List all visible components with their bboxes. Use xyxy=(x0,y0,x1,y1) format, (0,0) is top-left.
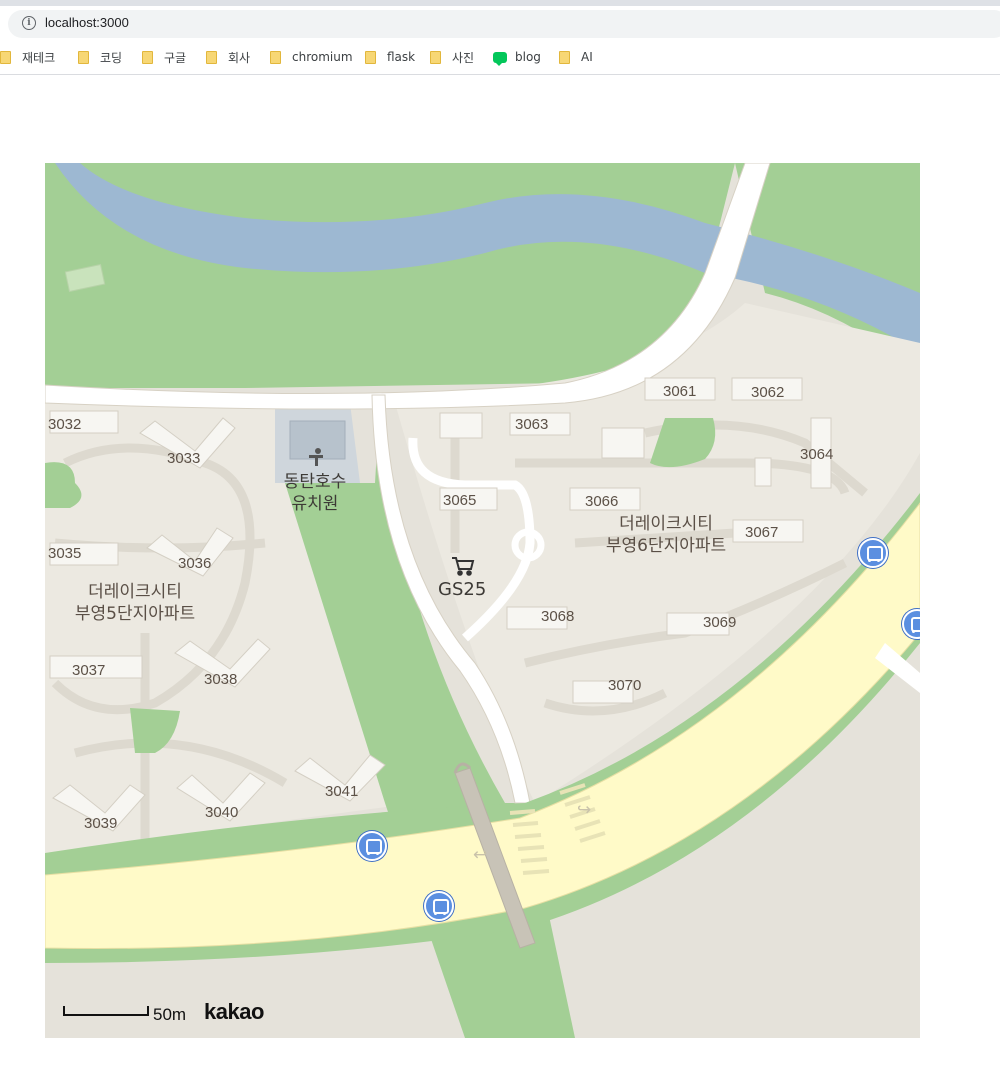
scale-bar xyxy=(63,1006,149,1016)
building-label[interactable]: 3065 xyxy=(443,492,476,509)
building-label[interactable]: 3033 xyxy=(167,450,200,467)
bookmark-label: flask xyxy=(387,50,416,64)
map-view[interactable]: ↩ ↪ 3032 3033 3035 3036 3037 3038 3039 3… xyxy=(45,163,920,1038)
building-label[interactable]: 3062 xyxy=(751,384,784,401)
uturn-left-icon: ↩ xyxy=(473,845,487,865)
bus-stop-icon[interactable] xyxy=(357,831,387,861)
bookmark-blog[interactable]: blog xyxy=(493,48,541,66)
bookmark-chromium[interactable]: chromium xyxy=(270,48,353,66)
bookmark-ai[interactable]: AI xyxy=(559,48,593,66)
bookmark-코딩[interactable]: 코딩 xyxy=(78,48,122,66)
bookmark-label: 재테크 xyxy=(22,50,56,65)
bookmark-label: chromium xyxy=(292,50,353,64)
kindergarten-name: 동탄호수 xyxy=(283,472,347,492)
building-label[interactable]: 3041 xyxy=(325,783,358,800)
folder-icon xyxy=(365,50,376,64)
store-label[interactable]: GS25 xyxy=(438,579,486,600)
folder-icon xyxy=(142,50,153,64)
bookmark-label: blog xyxy=(515,50,541,64)
park-north xyxy=(45,163,735,388)
building-label[interactable]: 3038 xyxy=(204,671,237,688)
blog-icon xyxy=(493,51,507,66)
bookmark-flask[interactable]: flask xyxy=(365,48,415,66)
bookmark-label: AI xyxy=(581,50,593,64)
folder-icon xyxy=(559,50,570,64)
folder-icon xyxy=(430,50,441,64)
building-label[interactable]: 3039 xyxy=(84,815,117,832)
building-label[interactable]: 3064 xyxy=(800,446,833,463)
complex-name-sub: 부영5단지아파트 xyxy=(74,604,196,624)
kindergarten-name-sub: 유치원 xyxy=(291,494,339,514)
bookmark-label: 회사 xyxy=(228,50,251,65)
folder-icon xyxy=(270,50,281,64)
folder-icon xyxy=(0,50,11,64)
building-label[interactable]: 3069 xyxy=(703,614,736,631)
uturn-right-icon: ↪ xyxy=(577,800,591,820)
complex-label-6[interactable]: 더레이크시티 부영6단지아파트 xyxy=(595,513,737,557)
tab-strip xyxy=(0,0,1000,6)
complex-name: 더레이크시티 xyxy=(619,514,713,534)
bookmark-재테크[interactable]: 재테크 xyxy=(0,48,55,66)
bookmark-label: 코딩 xyxy=(100,50,123,65)
building-label[interactable]: 3070 xyxy=(608,677,641,694)
folder-icon xyxy=(206,50,217,64)
building-label[interactable]: 3063 xyxy=(515,416,548,433)
bus-stop-icon[interactable] xyxy=(858,538,888,568)
address-bar[interactable] xyxy=(8,10,1000,38)
url-text[interactable]: localhost:3000 xyxy=(45,15,129,30)
building-label[interactable]: 3032 xyxy=(48,416,81,433)
scale-label: 50m xyxy=(153,1005,187,1024)
bookmark-label: 구글 xyxy=(164,50,187,65)
building-label[interactable]: 3068 xyxy=(541,608,574,625)
complex-name-sub: 부영6단지아파트 xyxy=(605,536,727,556)
info-icon[interactable]: i xyxy=(22,16,36,30)
building-label[interactable]: 3061 xyxy=(663,383,696,400)
building-label[interactable]: 3067 xyxy=(745,524,778,541)
bookmark-회사[interactable]: 회사 xyxy=(206,48,250,66)
bus-stop-icon[interactable] xyxy=(424,891,454,921)
complex-name: 더레이크시티 xyxy=(88,582,182,602)
bookmark-label: 사진 xyxy=(452,50,475,65)
kindergarten-label[interactable]: 동탄호수 유치원 xyxy=(275,471,355,515)
bookmark-구글[interactable]: 구글 xyxy=(142,48,186,66)
folder-icon xyxy=(78,50,89,64)
bookmark-사진[interactable]: 사진 xyxy=(430,48,474,66)
building-label[interactable]: 3040 xyxy=(205,804,238,821)
building-label[interactable]: 3036 xyxy=(178,555,211,572)
complex-label-5[interactable]: 더레이크시티 부영5단지아파트 xyxy=(65,581,205,625)
building-label[interactable]: 3035 xyxy=(48,545,81,562)
building-label[interactable]: 3066 xyxy=(585,493,618,510)
building-label[interactable]: 3037 xyxy=(72,662,105,679)
kakao-logo[interactable]: kakao xyxy=(204,999,264,1025)
